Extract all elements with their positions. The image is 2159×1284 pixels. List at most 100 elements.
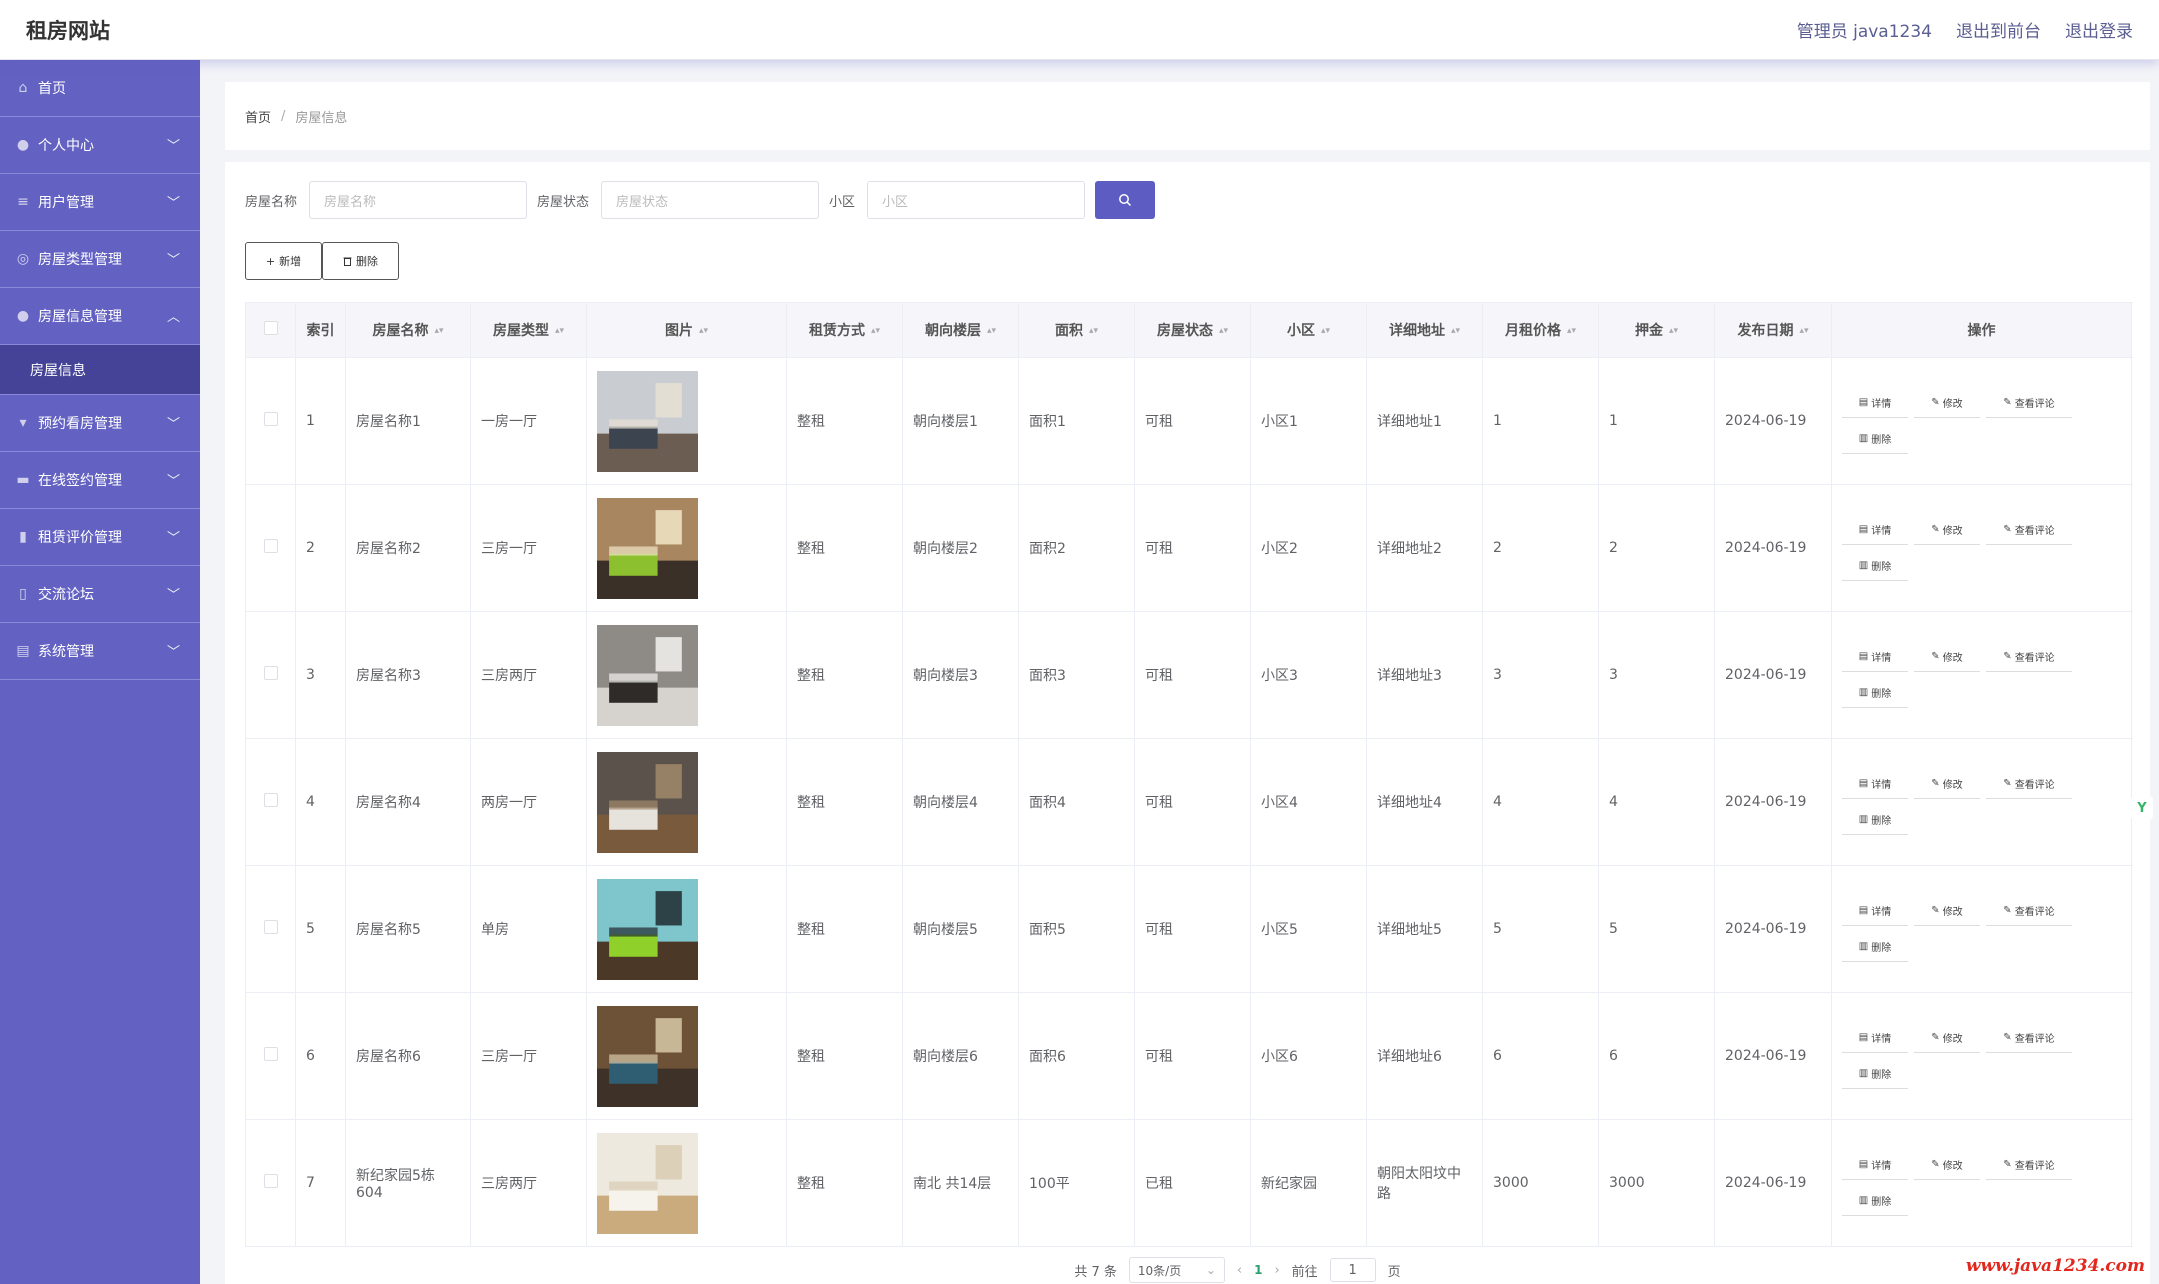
column-header[interactable]: 房屋状态 ▴▾ xyxy=(1134,302,1251,358)
chevron-down-icon: ⌄ xyxy=(1205,1263,1216,1277)
sidebar-item-5[interactable]: ▾ 预约看房管理 ﹀ xyxy=(0,395,200,452)
next-page-icon[interactable]: › xyxy=(1274,1263,1279,1278)
column-header[interactable]: 房屋名称 ▴▾ xyxy=(345,302,471,358)
view-comments-button[interactable]: ✎ 查看评论 xyxy=(1986,1150,2072,1180)
row-checkbox[interactable] xyxy=(263,793,278,807)
edit-button[interactable]: ✎ 修改 xyxy=(1914,896,1980,926)
column-header[interactable]: 小区 ▴▾ xyxy=(1250,302,1367,358)
detail-button[interactable]: ▤ 详情 xyxy=(1842,1023,1908,1053)
sidebar-item-3[interactable]: ◎ 房屋类型管理 ﹀ xyxy=(0,231,200,288)
batch-delete-button[interactable]: 删除 xyxy=(322,242,399,280)
row-checkbox[interactable] xyxy=(263,920,278,934)
column-header-label: 押金 xyxy=(1634,323,1663,339)
sidebar-item-1[interactable]: ● 个人中心 ﹀ xyxy=(0,117,200,174)
prev-page-icon[interactable]: ‹ xyxy=(1237,1263,1242,1278)
detail-button[interactable]: ▤ 详情 xyxy=(1842,642,1908,672)
goto-front-link[interactable]: 退出到前台 xyxy=(1956,17,2041,42)
detail-button[interactable]: ▤ 详情 xyxy=(1842,388,1908,418)
row-checkbox[interactable] xyxy=(263,539,278,553)
view-comments-button[interactable]: ✎ 查看评论 xyxy=(1986,388,2072,418)
view-comments-button[interactable]: ✎ 查看评论 xyxy=(1986,896,2072,926)
top-bar: 租房网站 管理员 java1234 退出到前台 退出登录 xyxy=(0,0,2159,60)
sidebar-item-7[interactable]: ▮ 租赁评价管理 ﹀ xyxy=(0,509,200,566)
sort-icon[interactable]: ▴▾ xyxy=(1219,327,1228,336)
detail-button[interactable]: ▤ 详情 xyxy=(1842,896,1908,926)
row-delete-button[interactable]: ▥ 删除 xyxy=(1842,805,1908,835)
add-button[interactable]: + 新增 xyxy=(245,242,322,280)
column-header[interactable]: 房屋类型 ▴▾ xyxy=(470,302,587,358)
row-delete-button[interactable]: ▥ 删除 xyxy=(1842,678,1908,708)
house-photo[interactable] xyxy=(597,1132,698,1234)
goto-page-input[interactable]: 1 xyxy=(1329,1258,1376,1282)
detail-button[interactable]: ▤ 详情 xyxy=(1842,1150,1908,1180)
sort-icon[interactable]: ▴▾ xyxy=(1799,327,1808,336)
house-photo[interactable] xyxy=(597,1005,698,1107)
sidebar-item-9[interactable]: ▤ 系统管理 ﹀ xyxy=(0,623,200,680)
view-comments-button[interactable]: ✎ 查看评论 xyxy=(1986,769,2072,799)
search-button[interactable] xyxy=(1095,181,1156,219)
goto-label: 前往 xyxy=(1291,1264,1318,1280)
house-name-input[interactable]: 房屋名称 xyxy=(309,181,528,219)
page-number-current[interactable]: 1 xyxy=(1254,1263,1262,1277)
house-photo[interactable] xyxy=(597,878,698,980)
house-photo[interactable] xyxy=(597,624,698,726)
column-header[interactable]: 面积 ▴▾ xyxy=(1018,302,1135,358)
sort-icon[interactable]: ▴▾ xyxy=(555,327,564,336)
view-comments-button[interactable]: ✎ 查看评论 xyxy=(1986,1023,2072,1053)
sort-icon[interactable]: ▴▾ xyxy=(1451,327,1460,336)
column-header[interactable]: 月租价格 ▴▾ xyxy=(1482,302,1599,358)
sidebar-subitem-house-info[interactable]: 房屋信息 xyxy=(0,345,200,395)
row-checkbox[interactable] xyxy=(263,412,278,426)
cell-name: 房屋名称4 xyxy=(345,738,471,866)
sidebar-item-0[interactable]: ⌂ 首页 xyxy=(0,60,200,117)
row-delete-button[interactable]: ▥ 删除 xyxy=(1842,1059,1908,1089)
detail-button[interactable]: ▤ 详情 xyxy=(1842,769,1908,799)
view-comments-button[interactable]: ✎ 查看评论 xyxy=(1986,642,2072,672)
column-header[interactable]: 朝向楼层 ▴▾ xyxy=(902,302,1019,358)
breadcrumb-home[interactable]: 首页 xyxy=(245,107,271,126)
page-size-select[interactable]: 10条/页 ⌄ xyxy=(1128,1257,1225,1283)
column-header[interactable]: 详细地址 ▴▾ xyxy=(1366,302,1483,358)
chevron-down-icon: ﹀ xyxy=(166,196,180,211)
edit-button[interactable]: ✎ 修改 xyxy=(1914,515,1980,545)
row-checkbox[interactable] xyxy=(263,1047,278,1061)
column-header[interactable]: 押金 ▴▾ xyxy=(1598,302,1715,358)
sort-icon[interactable]: ▴▾ xyxy=(1567,327,1576,336)
sort-icon[interactable]: ▴▾ xyxy=(987,327,996,336)
sidebar-item-8[interactable]: ▯ 交流论坛 ﹀ xyxy=(0,566,200,623)
sort-icon[interactable]: ▴▾ xyxy=(1321,327,1330,336)
column-header[interactable]: 发布日期 ▴▾ xyxy=(1714,302,1832,358)
detail-button[interactable]: ▤ 详情 xyxy=(1842,515,1908,545)
sidebar-item-4[interactable]: ● 房屋信息管理 ︿ xyxy=(0,288,200,345)
row-delete-button[interactable]: ▥ 删除 xyxy=(1842,424,1908,454)
community-input[interactable]: 小区 xyxy=(867,181,1086,219)
house-status-input[interactable]: 房屋状态 xyxy=(601,181,820,219)
edit-button[interactable]: ✎ 修改 xyxy=(1914,642,1980,672)
house-photo[interactable] xyxy=(597,751,698,853)
sort-icon[interactable]: ▴▾ xyxy=(1089,327,1098,336)
column-header[interactable]: 图片 ▴▾ xyxy=(586,302,787,358)
logout-link[interactable]: 退出登录 xyxy=(2065,17,2133,42)
row-delete-button[interactable]: ▥ 删除 xyxy=(1842,551,1908,581)
row-delete-button[interactable]: ▥ 删除 xyxy=(1842,932,1908,962)
sidebar-item-6[interactable]: ▬ 在线签约管理 ﹀ xyxy=(0,452,200,509)
sort-icon[interactable]: ▴▾ xyxy=(1669,327,1678,336)
row-delete-button[interactable]: ▥ 删除 xyxy=(1842,1186,1908,1216)
floating-helper-icon[interactable]: Y xyxy=(2131,796,2153,820)
edit-button[interactable]: ✎ 修改 xyxy=(1914,388,1980,418)
house-photo[interactable] xyxy=(597,497,698,599)
edit-button[interactable]: ✎ 修改 xyxy=(1914,1023,1980,1053)
cell-community: 新纪家园 xyxy=(1250,1119,1367,1247)
house-photo[interactable] xyxy=(597,370,698,472)
sort-icon[interactable]: ▴▾ xyxy=(699,327,708,336)
edit-button[interactable]: ✎ 修改 xyxy=(1914,1150,1980,1180)
edit-button[interactable]: ✎ 修改 xyxy=(1914,769,1980,799)
column-header[interactable]: 租赁方式 ▴▾ xyxy=(786,302,903,358)
row-checkbox[interactable] xyxy=(263,1174,278,1188)
select-all-checkbox[interactable] xyxy=(263,321,278,335)
row-checkbox[interactable] xyxy=(263,666,278,680)
sidebar-item-2[interactable]: ≡ 用户管理 ﹀ xyxy=(0,174,200,231)
sort-icon[interactable]: ▴▾ xyxy=(871,327,880,336)
sort-icon[interactable]: ▴▾ xyxy=(434,327,443,336)
view-comments-button[interactable]: ✎ 查看评论 xyxy=(1986,515,2072,545)
